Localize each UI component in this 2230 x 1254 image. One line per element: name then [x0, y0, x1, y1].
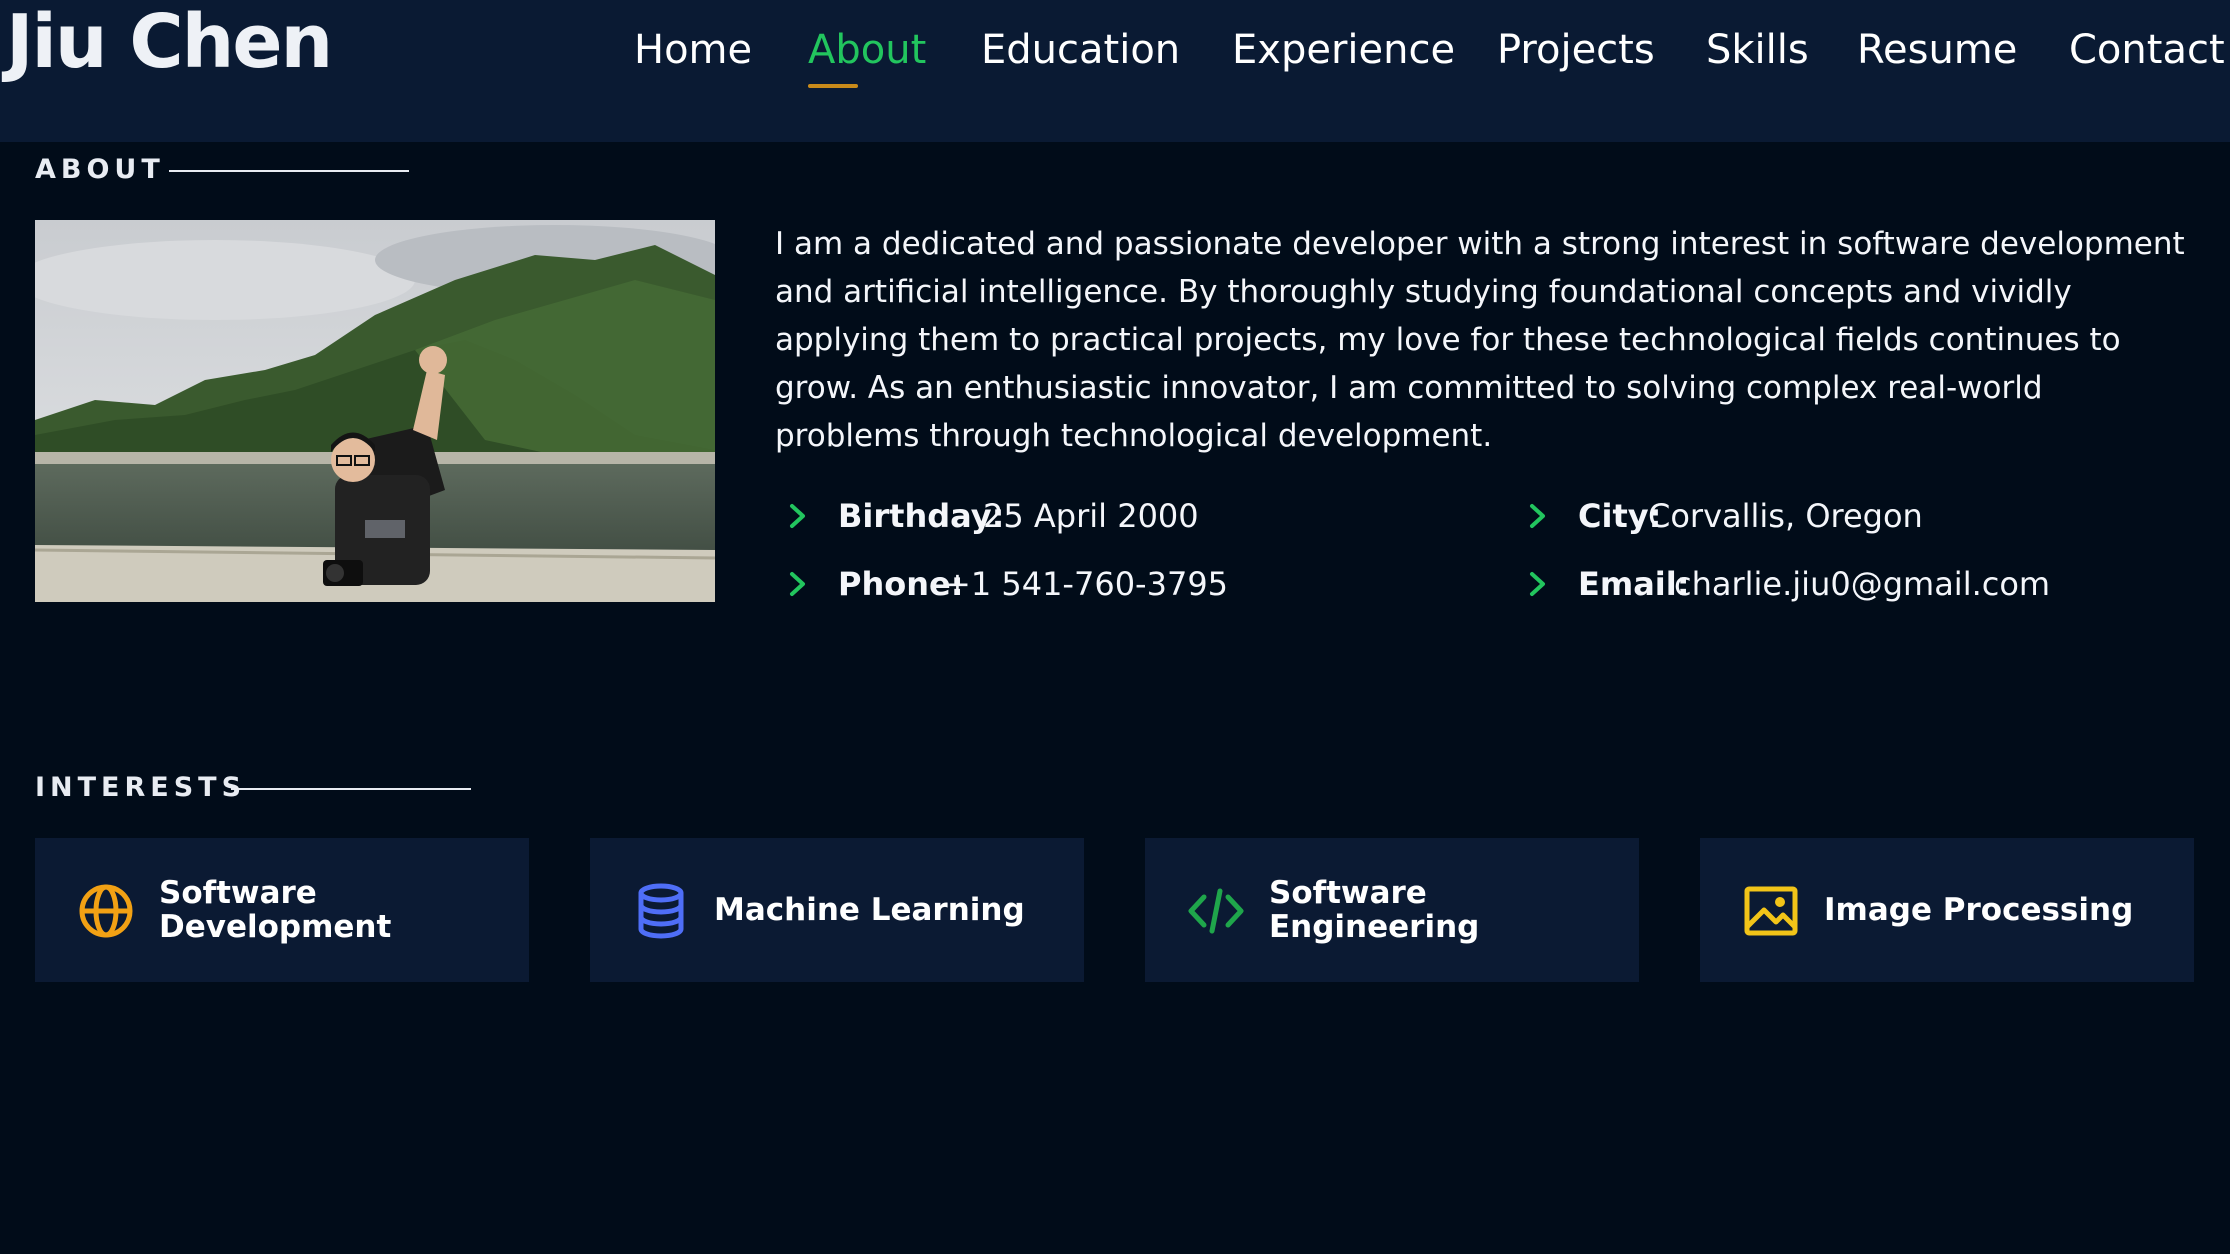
nav-skills[interactable]: Skills: [1706, 22, 1809, 78]
active-nav-underline: [808, 84, 858, 88]
birthday-label: Birthday:: [838, 497, 1005, 535]
code-icon: [1188, 888, 1244, 934]
interest-card-machine-learning: Machine Learning: [590, 838, 1084, 982]
chevron-right-icon: [790, 572, 805, 596]
email-value[interactable]: charlie.jiu0@gmail.com: [1674, 562, 2050, 606]
interest-card-software-engineering: Software Engineering: [1145, 838, 1639, 982]
chevron-right-icon: [1530, 572, 1545, 596]
phone-value: +1 541-760-3795: [944, 565, 1229, 603]
database-icon: [638, 883, 684, 939]
image-icon: [1744, 886, 1798, 936]
about-section-title: ABOUT: [35, 154, 165, 185]
about-bio: I am a dedicated and passionate develope…: [775, 226, 2185, 454]
nav-projects[interactable]: Projects: [1497, 22, 1655, 78]
interest-title-line1: Image Processing: [1824, 892, 2134, 928]
site-logo[interactable]: Jiu Chen: [6, 0, 333, 84]
nav-education[interactable]: Education: [981, 22, 1180, 78]
interests-section-title: INTERESTS: [35, 772, 247, 803]
city-value: Corvallis, Oregon: [1648, 497, 1923, 535]
interests-title-divider: [231, 788, 471, 790]
site-header: Jiu Chen Home About Education Experience…: [0, 0, 2230, 142]
interest-title-line1: Machine Learning: [714, 892, 1025, 928]
nav-contact[interactable]: Contact: [2069, 22, 2225, 78]
interest-card-image-processing: Image Processing: [1700, 838, 2194, 982]
interest-title-line1: Software: [159, 875, 317, 911]
interest-card-software-development: Software Development: [35, 838, 529, 982]
birthday-value: 25 April 2000: [983, 497, 1199, 535]
nav-about[interactable]: About: [808, 22, 926, 78]
profile-photo: [35, 220, 715, 602]
chevron-right-icon: [790, 504, 805, 528]
interest-title-line2: Development: [159, 909, 392, 945]
email-label: Email:: [1578, 565, 1690, 603]
interest-title-line1: Software: [1269, 875, 1427, 911]
nav-home[interactable]: Home: [634, 22, 752, 78]
globe-icon: [79, 884, 133, 938]
about-title-divider: [169, 170, 409, 172]
interest-title-line2: Engineering: [1269, 909, 1480, 945]
nav-resume[interactable]: Resume: [1857, 22, 2017, 78]
nav-experience[interactable]: Experience: [1232, 22, 1455, 78]
chevron-right-icon: [1530, 504, 1545, 528]
